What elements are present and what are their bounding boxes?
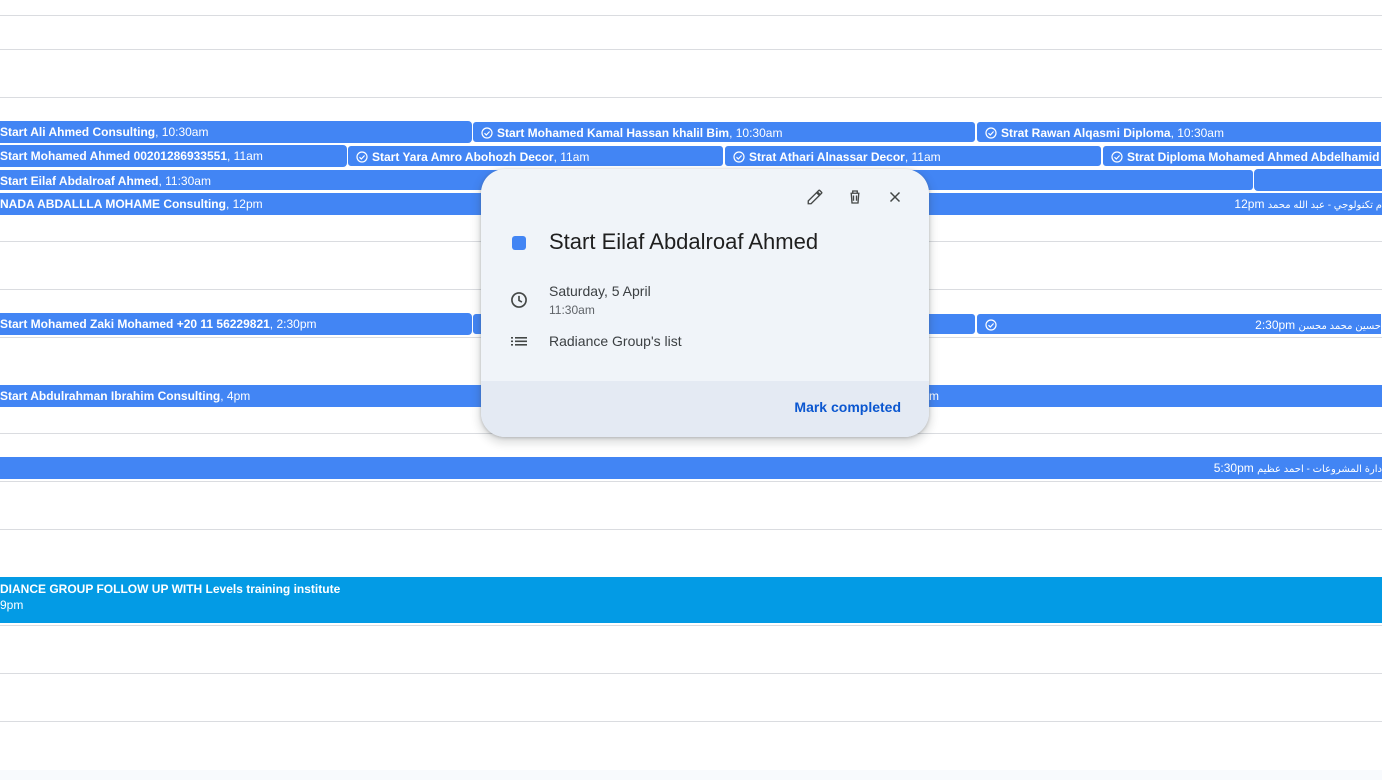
- task-time: , 11am: [904, 150, 941, 164]
- mark-completed-button[interactable]: Mark completed: [794, 399, 901, 415]
- task-event[interactable]: 12pm م تكنولوجي - عبد الله محمد: [1120, 193, 1382, 215]
- trash-icon: [850, 190, 860, 204]
- task-time: , 11am: [553, 150, 590, 164]
- task-event[interactable]: Strat Athari Alnassar Decor, 11am: [724, 145, 1102, 167]
- task-title: دارة المشروعات - احمد عظيم: [1257, 464, 1382, 475]
- grid-line: [0, 481, 1382, 482]
- task-color-swatch: [512, 236, 526, 250]
- grid-line: [0, 721, 1382, 722]
- task-event[interactable]: Start Mohamed Kamal Hassan khalil Bim, 1…: [472, 121, 976, 143]
- task-time: , 10:30am: [729, 126, 783, 140]
- task-time: , 11am: [227, 149, 263, 163]
- task-event[interactable]: Start Mohamed Zaki Mohamed +20 11 562298…: [0, 313, 472, 335]
- task-time: 5:30pm: [1213, 461, 1258, 475]
- close-icon: [889, 191, 901, 203]
- close-button[interactable]: [877, 183, 913, 211]
- bottom-strip: [0, 770, 1382, 780]
- event-time: 9pm: [0, 598, 24, 612]
- edit-button[interactable]: [797, 183, 833, 211]
- task-time: , 10:30am: [1170, 126, 1224, 140]
- check-circle-icon: [481, 127, 493, 139]
- event-title: DIANCE GROUP FOLLOW UP WITH Levels train…: [0, 582, 341, 596]
- popup-date: Saturday, 5 April: [549, 283, 651, 299]
- check-circle-icon: [356, 151, 368, 163]
- task-time: , 4pm: [220, 389, 251, 403]
- popup-time: 11:30am: [549, 303, 595, 317]
- task-title: Start Eilaf Abdalroaf Ahmed: [0, 174, 159, 188]
- task-title: NADA ABDALLLA MOHAME Consulting: [0, 197, 226, 211]
- popup-footer: Mark completed: [481, 381, 929, 437]
- task-details-popup: Start Eilaf Abdalroaf Ahmed Saturday, 5 …: [481, 169, 929, 437]
- task-title: Strat Diploma Mohamed Ahmed Abdelhamid: [1127, 150, 1380, 164]
- task-event[interactable]: 5:30pm دارة المشروعات - احمد عظيم: [0, 457, 1382, 479]
- check-circle-icon: [985, 127, 997, 139]
- task-title: Strat Athari Alnassar Decor: [749, 150, 905, 164]
- task-title: Start Mohamed Kamal Hassan khalil Bim: [497, 126, 730, 140]
- task-time: m: [929, 389, 939, 403]
- task-title: Start Abdulrahman Ibrahim Consulting: [0, 389, 221, 403]
- grid-line: [0, 529, 1382, 530]
- task-title: Strat Rawan Alqasmi Diploma: [1001, 126, 1171, 140]
- task-event[interactable]: [1254, 169, 1382, 191]
- grid-line: [0, 625, 1382, 626]
- task-time: , 2:30pm: [269, 317, 317, 331]
- calendar-event[interactable]: DIANCE GROUP FOLLOW UP WITH Levels train…: [0, 577, 1382, 623]
- task-time: , 10:30am: [155, 125, 209, 139]
- grid-line: [0, 97, 1382, 98]
- task-title: Start Yara Amro Abohozh Decor: [372, 150, 554, 164]
- task-event[interactable]: Start Yara Amro Abohozh Decor, 11am: [347, 145, 724, 167]
- check-circle-icon: [1111, 151, 1123, 163]
- grid-line: [0, 15, 1382, 16]
- check-circle-icon: [985, 319, 997, 331]
- popup-list-name: Radiance Group's list: [549, 333, 682, 349]
- popup-task-title: Start Eilaf Abdalroaf Ahmed: [549, 229, 819, 254]
- task-time: 2:30pm: [1255, 318, 1299, 332]
- task-event[interactable]: 2:30pm حسين محمد محسن: [976, 313, 1382, 335]
- task-title: حسين محمد محسن: [1298, 321, 1381, 332]
- task-title: Start Mohamed Ahmed 00201286933551: [0, 149, 228, 163]
- check-circle-icon: [733, 151, 745, 163]
- task-event[interactable]: Start Mohamed Ahmed 00201286933551, 11am: [0, 145, 347, 167]
- task-event[interactable]: Strat Diploma Mohamed Ahmed Abdelhamid: [1102, 145, 1382, 167]
- task-title: Start Ali Ahmed Consulting: [0, 125, 156, 139]
- task-time: , 11:30am: [158, 174, 211, 188]
- task-title: Start Mohamed Zaki Mohamed +20 11 562298…: [0, 317, 270, 331]
- grid-line: [0, 49, 1382, 50]
- task-time: , 12pm: [225, 197, 263, 211]
- delete-button[interactable]: [837, 183, 873, 211]
- grid-line: [0, 673, 1382, 674]
- popup-actions: [797, 183, 913, 211]
- task-time: 12pm: [1234, 197, 1268, 211]
- task-title: م تكنولوجي - عبد الله محمد: [1267, 200, 1382, 211]
- task-event[interactable]: Strat Rawan Alqasmi Diploma, 10:30am: [976, 121, 1382, 143]
- list-icon: [511, 337, 527, 346]
- task-event[interactable]: Start Ali Ahmed Consulting, 10:30am: [0, 121, 472, 143]
- clock-icon: [511, 292, 527, 308]
- pencil-icon: [807, 189, 823, 205]
